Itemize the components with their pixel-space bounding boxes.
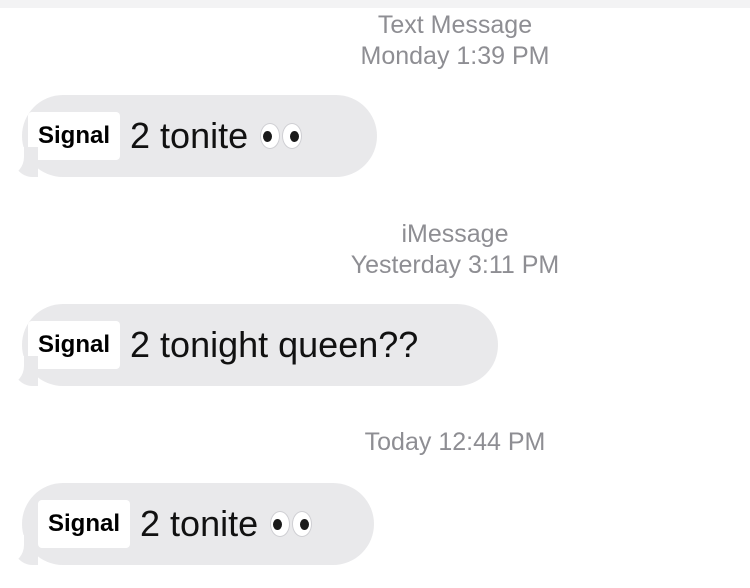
- sender-label: Signal: [28, 112, 121, 160]
- timestamp-header-2: iMessage Yesterday 3:11 PM: [230, 219, 680, 281]
- timestamp: Today 12:44 PM: [364, 428, 546, 456]
- service-label: Text Message: [377, 11, 533, 39]
- bubble-tail: [8, 535, 38, 565]
- timestamp-header-1: Text Message Monday 1:39 PM: [230, 10, 680, 72]
- eyes-icon: [270, 511, 313, 537]
- sender-label: Signal: [38, 500, 131, 548]
- eye-left: [260, 123, 281, 149]
- eyes-icon: [260, 123, 303, 149]
- incoming-message-bubble[interactable]: Signal 2 tonite: [8, 483, 374, 565]
- incoming-message-bubble[interactable]: Signal 2 tonite: [8, 95, 377, 177]
- bubble-tail: [8, 147, 38, 177]
- timestamp: Monday 1:39 PM: [360, 42, 550, 70]
- sender-label: Signal: [28, 321, 121, 369]
- message-text: 2 tonite: [130, 115, 249, 156]
- eye-left: [270, 511, 291, 537]
- message-text: 2 tonite: [140, 503, 259, 544]
- eye-right: [282, 123, 303, 149]
- top-edge: [0, 0, 750, 8]
- incoming-message-bubble[interactable]: Signal 2 tonight queen??: [8, 304, 498, 386]
- message-thread: Text Message Monday 1:39 PM Signal 2 ton…: [0, 0, 750, 588]
- bubble-tail: [8, 356, 38, 386]
- eye-right: [292, 511, 313, 537]
- timestamp-header-3: Today 12:44 PM: [230, 427, 680, 458]
- message-text: 2 tonight queen??: [130, 324, 419, 365]
- timestamp: Yesterday 3:11 PM: [350, 251, 560, 279]
- service-label: iMessage: [401, 220, 509, 248]
